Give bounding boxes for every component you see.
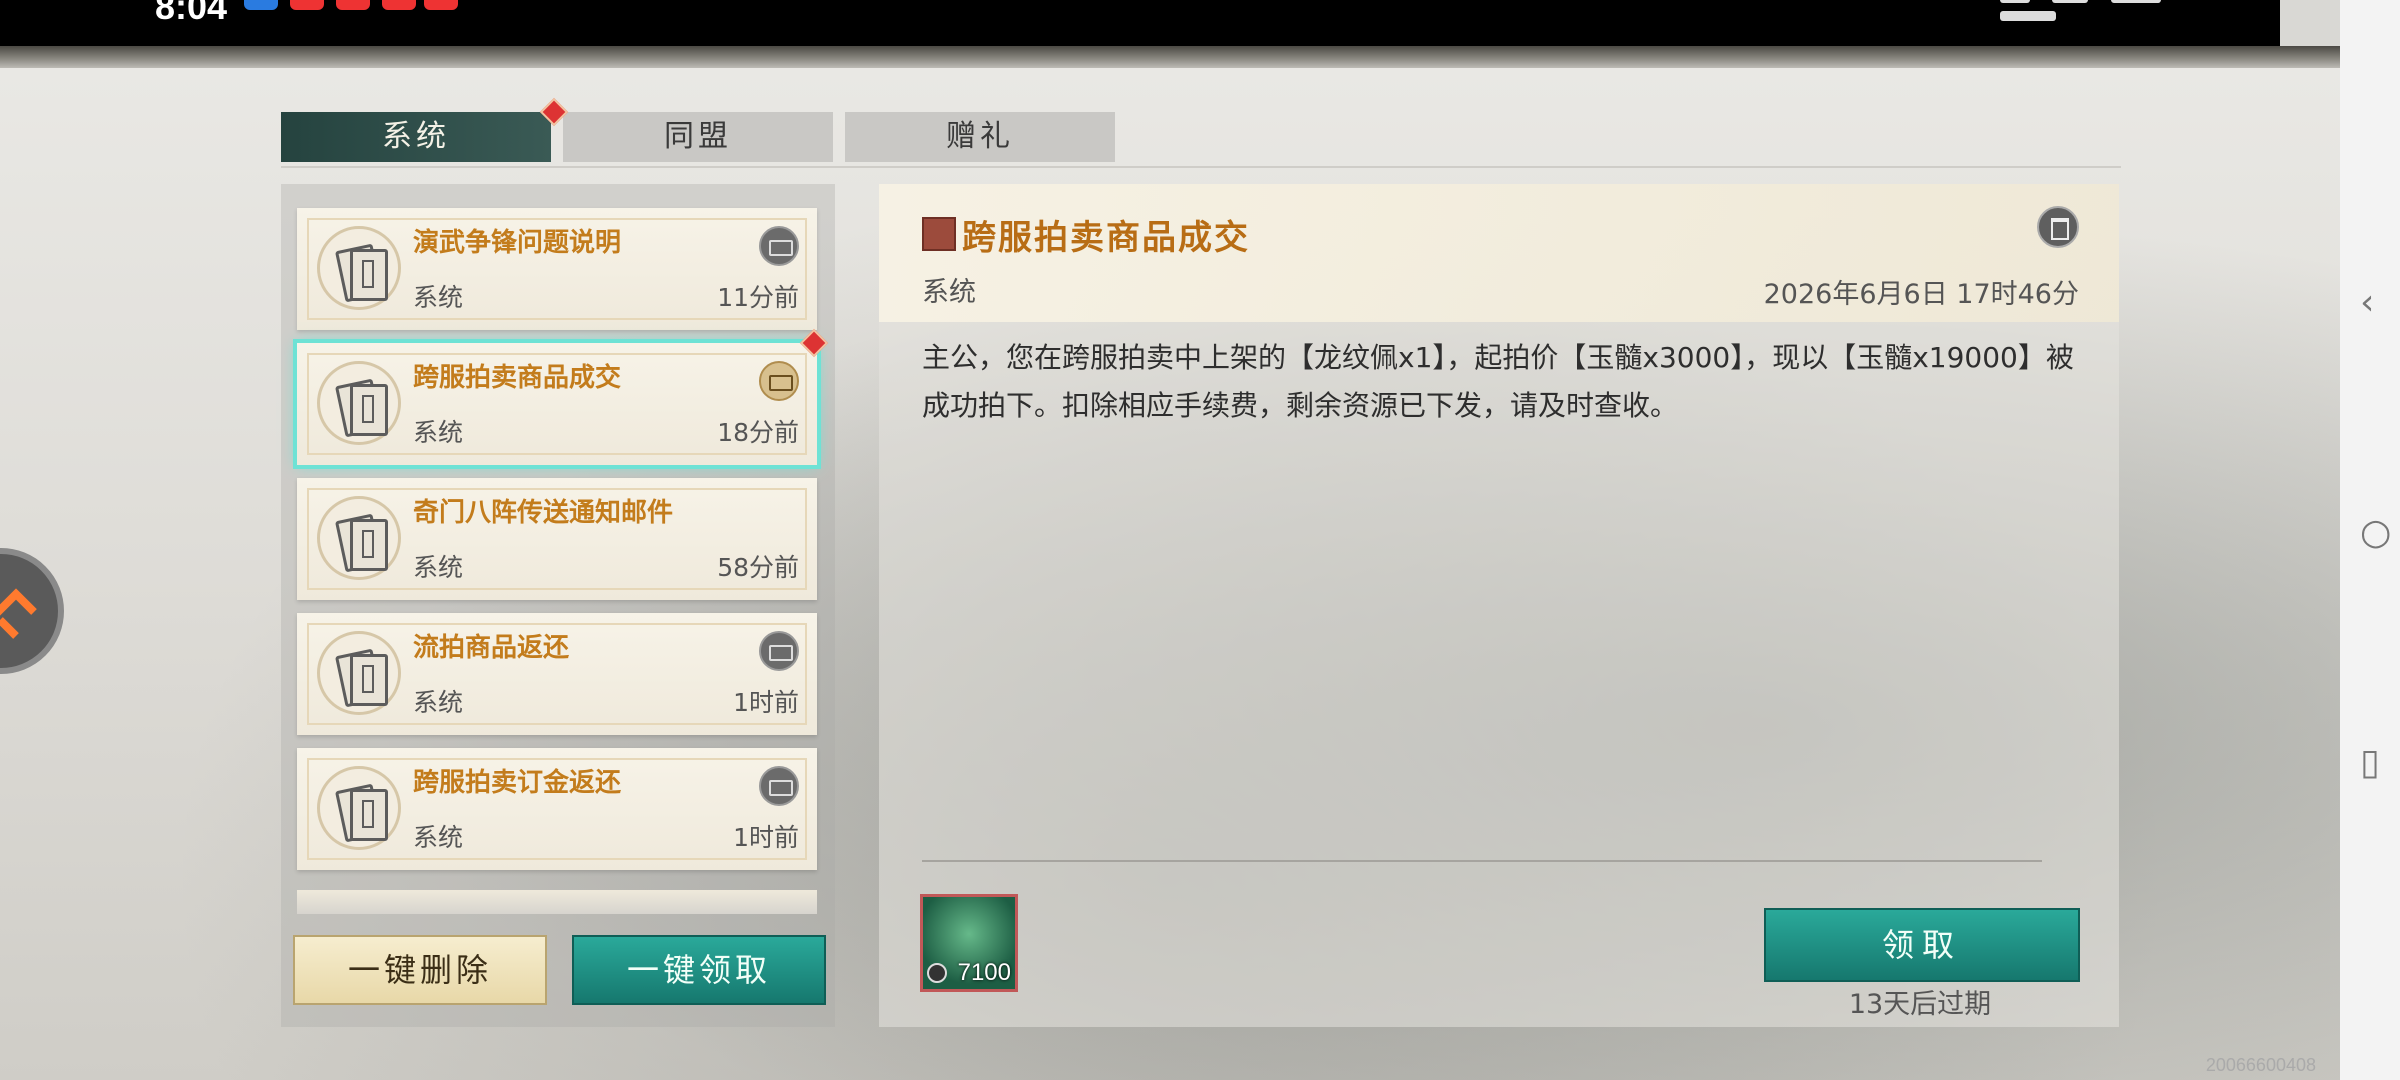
list-item[interactable]: 演武争锋问题说明 系统 11分前	[297, 208, 817, 330]
mail-sender: 系统	[413, 688, 464, 717]
mail-icon	[317, 766, 401, 850]
status-time: 8:04	[155, 0, 228, 27]
mail-time: 1时前	[733, 823, 799, 852]
reward-quantity: 7100	[957, 959, 1011, 986]
mail-sender: 系统	[413, 553, 464, 582]
attachment-chest-icon	[759, 631, 799, 671]
list-item[interactable]: 跨服拍卖订金返还 系统 1时前	[297, 748, 817, 870]
mail-time: 11分前	[717, 283, 799, 312]
watermark: 20066600408	[2205, 1055, 2316, 1075]
notification-icon	[290, 0, 324, 10]
mail-icon	[317, 226, 401, 310]
mail-title: 奇门八阵传送通知邮件	[413, 498, 674, 528]
notification-icon	[244, 0, 278, 10]
reward-item[interactable]: 7100	[920, 894, 1018, 992]
list-item[interactable]: 奇门八阵传送通知邮件 系统 58分前	[297, 478, 817, 600]
notification-icon	[424, 0, 458, 10]
mail-time: 1时前	[733, 688, 799, 717]
list-item[interactable]: 流拍商品返还 系统 1时前	[297, 613, 817, 735]
signal-icon	[2052, 0, 2089, 3]
recents-icon[interactable]: ▯	[2360, 742, 2380, 783]
home-icon[interactable]: ○	[2360, 512, 2391, 553]
list-item-partial	[297, 890, 817, 914]
mail-detail: 跨服拍卖商品成交 系统 2026年6月6日 17时46分 主公，您在跨服拍卖中上…	[879, 184, 2119, 1027]
claim-all-button[interactable]: 一键领取	[572, 935, 826, 1005]
back-icon[interactable]: ‹	[2360, 282, 2374, 323]
notification-icon	[382, 0, 416, 10]
background-decoration	[0, 46, 2340, 68]
mail-detail-date: 2026年6月6日 17时46分	[1763, 279, 2079, 310]
mail-icon	[317, 361, 401, 445]
eye-icon	[2000, 0, 2030, 3]
list-item[interactable]: 跨服拍卖商品成交 系统 18分前	[297, 343, 817, 465]
mail-detail-title: 跨服拍卖商品成交	[962, 218, 1250, 258]
divider	[922, 860, 2042, 862]
mail-title: 流拍商品返还	[413, 633, 570, 663]
attachment-chest-icon	[759, 361, 799, 401]
mail-icon	[317, 496, 401, 580]
divider	[281, 166, 2121, 168]
tab-system[interactable]: 系统	[281, 112, 551, 162]
tab-alliance[interactable]: 同盟	[563, 112, 833, 162]
mail-sender: 系统	[413, 418, 464, 447]
expire-text: 13天后过期	[1848, 989, 1992, 1020]
status-indicators	[2000, 0, 2230, 21]
delete-all-button[interactable]: 一键删除	[293, 935, 547, 1005]
mail-detail-header: 跨服拍卖商品成交 系统 2026年6月6日 17时46分	[879, 184, 2119, 322]
system-nav-bar: ‹ ○ ▯	[2340, 0, 2400, 1080]
claim-button[interactable]: 领取	[1764, 908, 2080, 982]
seal-icon	[922, 217, 956, 251]
attachment-chest-icon	[759, 226, 799, 266]
jade-icon	[927, 963, 947, 983]
battery-icon	[2000, 11, 2056, 21]
tab-gift[interactable]: 赠礼	[845, 112, 1115, 162]
trash-icon[interactable]	[2037, 206, 2079, 248]
status-bar: 8:04	[0, 0, 2280, 46]
mail-time: 18分前	[717, 418, 799, 447]
mail-title: 演武争锋问题说明	[413, 228, 622, 258]
attachment-chest-icon	[759, 766, 799, 806]
mail-sender: 系统	[413, 283, 464, 312]
mail-sender: 系统	[413, 823, 464, 852]
mail-detail-sender: 系统	[922, 277, 976, 308]
mail-icon	[317, 631, 401, 715]
signal-icon	[2110, 0, 2161, 3]
mail-title: 跨服拍卖商品成交	[413, 363, 622, 393]
mail-title: 跨服拍卖订金返还	[413, 768, 622, 798]
mail-detail-body: 主公，您在跨服拍卖中上架的【龙纹佩x1】，起拍价【玉髓x3000】，现以【玉髓x…	[922, 341, 2074, 422]
mail-time: 58分前	[717, 553, 799, 582]
notification-icon	[336, 0, 370, 10]
